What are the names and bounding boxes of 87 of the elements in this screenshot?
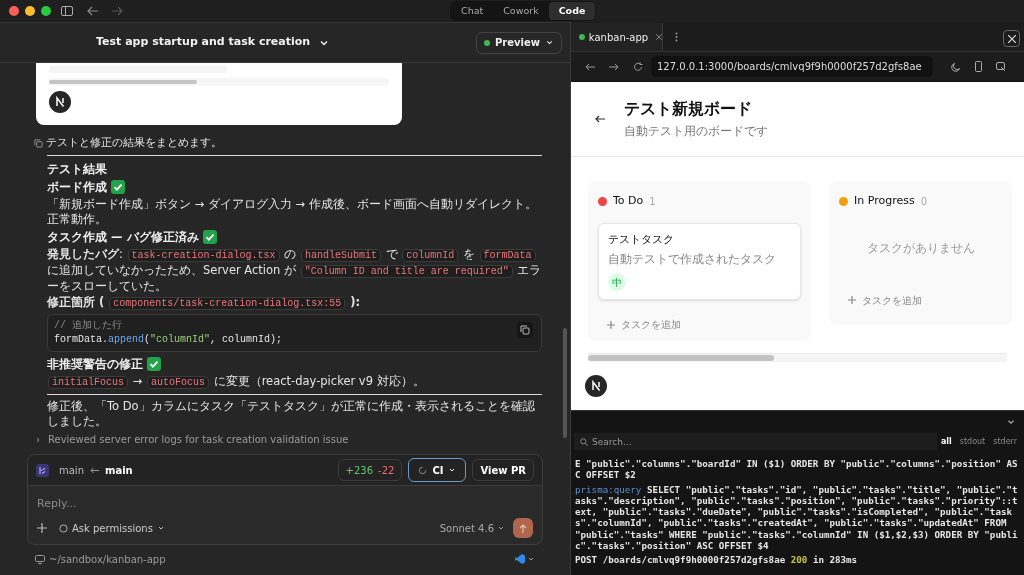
- logo-icon: [585, 375, 607, 397]
- back-arrow-icon[interactable]: [585, 62, 595, 71]
- diff-stats: +236 -22: [337, 459, 403, 481]
- copy-icon[interactable]: [34, 138, 43, 148]
- task-count: 0: [920, 194, 928, 209]
- message-paragraph: initialFocus → autoFocus に変更（react-day-picker v9 対応）。: [47, 374, 542, 390]
- left-arrow-icon: [90, 466, 99, 474]
- ci-button[interactable]: CI: [408, 458, 467, 482]
- minimize-window-icon[interactable]: [25, 6, 35, 16]
- log-entry: E "public"."columns"."boardId" IN ($1) ORDER BY "public"."columns"."position" ASC OFFSET $2: [575, 458, 1019, 481]
- close-preview-button[interactable]: [1003, 30, 1020, 47]
- close-window-icon[interactable]: [9, 6, 19, 16]
- message-paragraph: 発見したバグ: task-creation-dialog.tsx の handleSubmit で columnId を formData に追加していなかったため、Server Action が "Column ID and title are required" エラーをスローしていた。: [47, 247, 542, 294]
- plus-icon[interactable]: [37, 523, 47, 533]
- forward-arrow-icon[interactable]: [609, 62, 619, 71]
- board-subtitle: 自動テスト用のボードです: [624, 123, 768, 141]
- search-icon: [580, 437, 588, 446]
- send-button[interactable]: [513, 518, 533, 538]
- plus-icon: [607, 320, 615, 329]
- section-heading: 非推奨警告の修正: [47, 356, 143, 373]
- code-line: formData.append("columnId", columnId);: [54, 333, 283, 347]
- plus-icon: [848, 296, 856, 305]
- priority-badge: 中: [608, 273, 626, 292]
- logo-icon: [49, 91, 71, 113]
- activity-summary[interactable]: Reviewed server error logs for task creation validation issue: [48, 432, 349, 447]
- column-title: In Progress: [854, 193, 915, 209]
- browser-tab[interactable]: kanban-app: [571, 23, 663, 51]
- working-directory: ~/sandbox/kanban-app: [49, 552, 166, 567]
- close-icon: [1007, 34, 1016, 43]
- section-heading: テスト結果: [47, 161, 107, 178]
- preview-button[interactable]: Preview: [476, 31, 562, 54]
- copy-icon: [520, 325, 530, 335]
- log-filter-tab[interactable]: all: [936, 435, 956, 448]
- reply-field[interactable]: Reply... Ask permissions Sonnet 4.6: [27, 486, 543, 545]
- message-paragraph: 修正後、「To Do」カラムにタスク「テストタスク」が正常に作成・表示されることを確認しました。: [47, 399, 536, 429]
- up-arrow-icon: [519, 523, 527, 533]
- chevron-down-icon: [448, 466, 457, 474]
- inspect-icon[interactable]: [996, 61, 1006, 72]
- chevron-right-icon: [34, 435, 42, 444]
- spinner-icon: [418, 465, 428, 475]
- mode-tab[interactable]: Chat: [451, 2, 494, 20]
- chevron-down-icon: [527, 555, 535, 563]
- editor-logo-icon: [515, 554, 525, 564]
- chevron-down-icon: [156, 524, 165, 532]
- reload-icon[interactable]: [633, 61, 643, 72]
- copy-button[interactable]: [517, 322, 533, 338]
- task-description: 自動テストで作成されたタスク: [608, 251, 777, 268]
- log-entry: POST /boards/cmlvq9f9h0000f257d2gfs8ae 200 in 283ms: [575, 554, 859, 566]
- message-paragraph: 「新規ボード作成」ボタン → ダイアログ入力 → 作成後、ボード画面へ自動リダイレクト。正常動作。: [47, 197, 538, 227]
- moon-icon[interactable]: [951, 61, 961, 72]
- task-count: 1: [649, 194, 656, 209]
- sidebar-icon[interactable]: [61, 6, 73, 16]
- view-pr-button[interactable]: View PR: [472, 459, 534, 481]
- back-arrow-icon[interactable]: [595, 115, 605, 123]
- tab-label: kanban-app: [588, 30, 649, 45]
- conversation-title[interactable]: Test app startup and task creation: [96, 34, 331, 51]
- chevron-down-icon: [497, 524, 505, 532]
- add-task-button[interactable]: タスクを追加: [848, 292, 922, 308]
- monitor-icon: [35, 554, 45, 564]
- search-field[interactable]: Search...: [574, 433, 937, 450]
- editor-button[interactable]: [515, 554, 535, 564]
- branch-icon: [36, 463, 49, 477]
- board-title: テスト新規ボード: [624, 98, 753, 121]
- permissions-dropdown[interactable]: Ask permissions: [59, 520, 165, 536]
- message-intro: テストと修正の結果をまとめます。: [46, 135, 222, 151]
- log-filter-tab[interactable]: stderr: [989, 435, 1021, 448]
- empty-message: タスクがありません: [865, 239, 976, 257]
- maximize-window-icon[interactable]: [41, 6, 51, 16]
- model-dropdown[interactable]: Sonnet 4.6: [439, 520, 505, 536]
- code-line: // 追加した行: [54, 319, 122, 333]
- phone-icon[interactable]: [975, 61, 982, 72]
- close-icon[interactable]: [656, 34, 662, 40]
- column-title: To Do: [613, 193, 644, 209]
- more-icon[interactable]: [675, 32, 678, 42]
- mode-tab[interactable]: Code: [548, 2, 596, 20]
- log-filter-tab[interactable]: stdout: [955, 435, 990, 448]
- task-card[interactable]: テストタスク 自動テストで作成されたタスク 中: [598, 222, 801, 301]
- url-field[interactable]: 127.0.0.1:3000/boards/cmlvq9f9h0000f257d2gfs8ae: [651, 56, 933, 77]
- task-title: テストタスク: [608, 231, 675, 248]
- mode-tab[interactable]: Cowork: [493, 2, 549, 20]
- chevron-down-icon: [545, 38, 554, 47]
- branch-name: main: [59, 463, 84, 478]
- message-paragraph: 修正箇所 ( components/task-creation-dialog.tsx:55 ):: [47, 295, 362, 311]
- section-heading: ボード作成: [47, 179, 107, 196]
- section-heading: タスク作成 — バグ修正済み: [47, 229, 199, 246]
- add-task-button[interactable]: タスクを追加: [607, 317, 681, 333]
- branch-name: main: [105, 463, 133, 478]
